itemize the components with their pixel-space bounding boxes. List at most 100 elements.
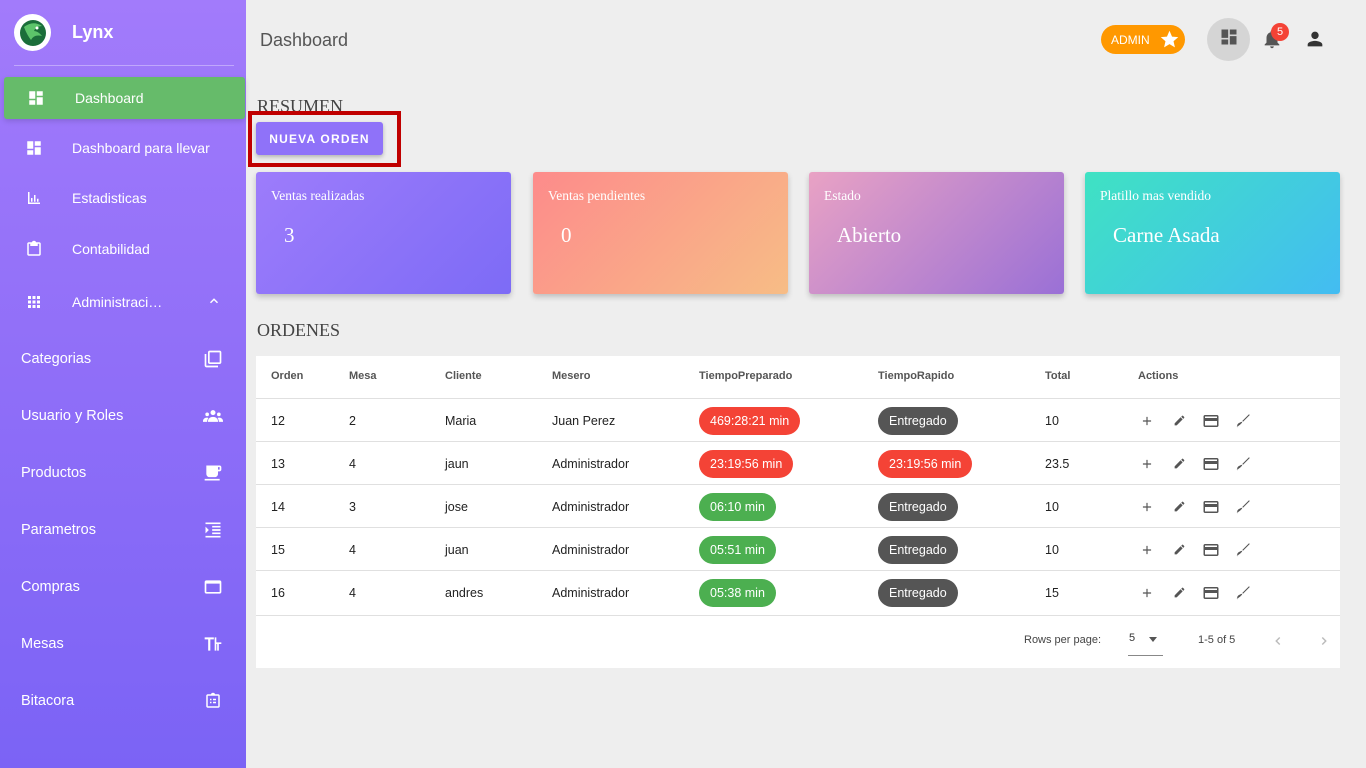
rows-per-page-value: 5 <box>1129 632 1136 644</box>
nav-label: Compras <box>21 579 80 595</box>
format-indent-icon <box>202 519 224 541</box>
add-icon[interactable] <box>1136 410 1158 432</box>
sidebar-item-usuario-roles[interactable]: Usuario y Roles <box>0 395 246 437</box>
brush-icon[interactable] <box>1232 496 1254 518</box>
nav-item-dashboard[interactable]: Dashboard <box>4 77 245 119</box>
nav-item-dashboard-para-llevar[interactable]: Dashboard para llevar <box>4 127 245 169</box>
time-chip: 23:19:56 min <box>699 449 794 478</box>
card-label: Ventas realizadas <box>271 188 365 203</box>
column-header[interactable]: Orden <box>271 370 303 382</box>
chevron-up-icon[interactable] <box>207 294 221 311</box>
summary-card-ventas-realizadas: Ventas realizadas 3 <box>256 172 511 294</box>
add-icon[interactable] <box>1136 496 1158 518</box>
user-icon[interactable] <box>1304 28 1326 50</box>
sidebar-item-compras[interactable]: Compras <box>0 566 246 608</box>
nav-label: Productos <box>21 465 87 481</box>
dashboard-icon <box>26 88 46 108</box>
status-chip: Entregado <box>878 406 958 435</box>
prev-page-button[interactable] <box>1267 630 1289 652</box>
credit-card-icon[interactable] <box>1200 539 1222 561</box>
nav-item-administracion[interactable]: Administraci… <box>4 281 245 323</box>
edit-pencil-icon[interactable] <box>1168 539 1190 561</box>
assignment-icon <box>202 690 224 712</box>
credit-card-icon[interactable] <box>1200 582 1222 604</box>
bar-chart-icon <box>24 188 44 208</box>
row-actions <box>1136 442 1264 485</box>
row-actions <box>1136 528 1264 571</box>
sidebar-item-bitacora[interactable]: Bitacora <box>0 680 246 722</box>
edit-pencil-icon[interactable] <box>1168 496 1190 518</box>
card-value: 3 <box>284 223 295 247</box>
cell-tiempo-preparado: 05:51 min <box>699 528 776 571</box>
cell-tiempo-rapido: Entregado <box>878 485 958 528</box>
time-chip: 06:10 min <box>699 492 776 521</box>
card-value: Abierto <box>837 223 902 247</box>
column-header[interactable]: Total <box>1045 370 1070 382</box>
row-actions <box>1136 571 1264 614</box>
column-header[interactable]: TiempoRapido <box>878 370 954 382</box>
sidebar-item-parametros[interactable]: Parametros <box>0 509 246 551</box>
cell-tiempo-rapido: Entregado <box>878 571 958 614</box>
cell-mesa: 3 <box>349 499 356 514</box>
nav-item-estadisticas[interactable]: Estadisticas <box>4 177 245 219</box>
rows-per-page-select[interactable]: 5 <box>1128 632 1163 656</box>
table-row: 15 4 juan Administrador 05:51 min Entregado 10 <box>256 527 1340 570</box>
table-row: 16 4 andres Administrador 05:38 min Entregado… <box>256 570 1340 613</box>
sidebar-item-productos[interactable]: Productos <box>0 452 246 494</box>
notifications-badge: 5 <box>1271 23 1289 41</box>
cell-tiempo-preparado: 05:38 min <box>699 571 776 614</box>
apps-grid-icon <box>24 292 44 312</box>
cell-tiempo-preparado: 469:28:21 min <box>699 399 801 442</box>
cell-mesero: Administrador <box>552 456 630 471</box>
cell-cliente: andres <box>445 585 484 600</box>
library-icon <box>202 348 224 370</box>
column-header: Actions <box>1138 370 1179 382</box>
summary-card-platillo-mas-vendido: Platillo mas vendido Carne Asada <box>1085 172 1340 294</box>
brush-icon[interactable] <box>1232 453 1254 475</box>
nav-item-contabilidad[interactable]: Contabilidad <box>4 228 245 270</box>
divider <box>14 65 234 66</box>
dashboard-toggle-button[interactable] <box>1207 18 1250 61</box>
edit-pencil-icon[interactable] <box>1168 582 1190 604</box>
brush-icon[interactable] <box>1232 410 1254 432</box>
rows-per-page-label: Rows per page: <box>1024 634 1102 646</box>
add-icon[interactable] <box>1136 582 1158 604</box>
table-row: 12 2 Maria Juan Perez 469:28:21 min Entregado… <box>256 398 1340 441</box>
column-header[interactable]: Mesero <box>552 370 591 382</box>
brush-icon[interactable] <box>1232 582 1254 604</box>
credit-card-icon[interactable] <box>1200 410 1222 432</box>
table-pagination: Rows per page: 5 1-5 of 5 <box>256 615 1340 668</box>
next-page-button[interactable] <box>1313 630 1335 652</box>
column-header[interactable]: Cliente <box>445 370 482 382</box>
sidebar-item-categorias[interactable]: Categorias <box>0 338 246 380</box>
status-chip: Entregado <box>878 578 958 607</box>
clipboard-icon <box>24 239 44 259</box>
row-actions <box>1136 399 1264 442</box>
column-header[interactable]: Mesa <box>349 370 377 382</box>
cell-tiempo-rapido: Entregado <box>878 399 958 442</box>
sidebar-item-mesas[interactable]: Mesas <box>0 623 246 665</box>
new-order-button[interactable]: NUEVA ORDEN <box>256 122 383 155</box>
cell-mesero: Administrador <box>552 499 630 514</box>
dropdown-arrow-icon <box>1149 637 1157 642</box>
cell-mesa: 2 <box>349 413 356 428</box>
credit-card-icon[interactable] <box>1200 496 1222 518</box>
role-chip[interactable]: ADMIN <box>1101 25 1185 54</box>
column-header[interactable]: TiempoPreparado <box>699 370 792 382</box>
credit-card-icon[interactable] <box>1200 453 1222 475</box>
add-icon[interactable] <box>1136 539 1158 561</box>
edit-pencil-icon[interactable] <box>1168 410 1190 432</box>
cell-mesero: Juan Perez <box>552 413 616 428</box>
card-value: Carne Asada <box>1113 223 1220 247</box>
pagination-range: 1-5 of 5 <box>1198 634 1236 646</box>
nav-label: Bitacora <box>21 693 75 709</box>
brush-icon[interactable] <box>1232 539 1254 561</box>
nav-label: Mesas <box>21 636 64 652</box>
add-icon[interactable] <box>1136 453 1158 475</box>
time-chip: 05:51 min <box>699 535 776 564</box>
cell-orden: 14 <box>271 499 285 514</box>
edit-pencil-icon[interactable] <box>1168 453 1190 475</box>
card-label: Estado <box>824 188 861 203</box>
cell-mesa: 4 <box>349 585 356 600</box>
window-icon <box>202 576 224 598</box>
